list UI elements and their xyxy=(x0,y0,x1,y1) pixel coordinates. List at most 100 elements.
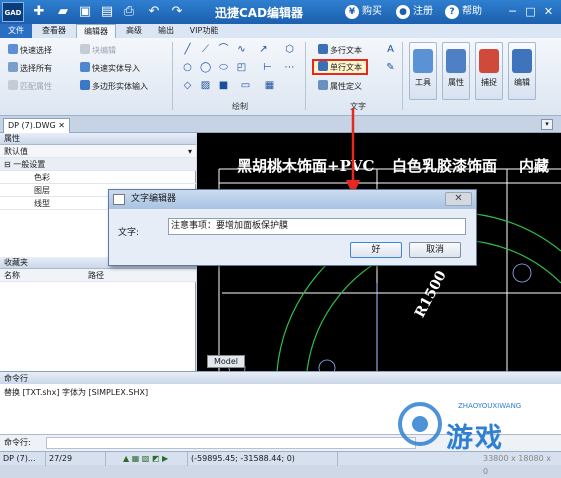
register-button[interactable]: ● 注册 xyxy=(396,3,433,21)
circle-icon[interactable]: ○ xyxy=(182,62,193,73)
snap-button[interactable]: 捕捉 xyxy=(475,42,503,100)
match-properties-icon xyxy=(8,80,18,90)
document-tab[interactable]: DP (7).DWG ✕ xyxy=(3,118,70,133)
draw-more-icon[interactable]: ⋯ xyxy=(284,62,295,73)
import-icon xyxy=(80,62,90,72)
edit-icon xyxy=(512,49,532,73)
text-edit-icon[interactable]: ✎ xyxy=(385,62,396,73)
select-all-label: 选择所有 xyxy=(20,64,52,73)
help-icon: ? xyxy=(445,5,459,19)
ellipse-icon[interactable]: ⬭ xyxy=(218,62,229,73)
property-row-color[interactable]: 色彩 xyxy=(0,171,196,184)
help-button[interactable]: ? 帮助 xyxy=(445,3,482,21)
column-name[interactable]: 名称 xyxy=(4,269,20,282)
arc-icon[interactable]: ⌒ xyxy=(218,44,229,55)
group-separator xyxy=(402,42,403,110)
match-properties-button[interactable]: 匹配属性 xyxy=(8,80,52,92)
app-title: 迅捷CAD编辑器 xyxy=(215,6,304,20)
attribute-define-icon xyxy=(318,80,328,90)
buy-button[interactable]: ¥ 购买 xyxy=(345,3,382,21)
property-label: 色彩 xyxy=(34,173,50,182)
select-all-button[interactable]: 选择所有 xyxy=(8,62,52,74)
register-label: 注册 xyxy=(413,6,433,17)
snap-label: 捕捉 xyxy=(481,78,497,87)
circle-2p-icon[interactable]: ◯ xyxy=(200,62,211,73)
close-icon[interactable]: ✕ xyxy=(541,4,556,19)
table-icon[interactable]: ▦ xyxy=(264,80,275,91)
fill-icon[interactable]: ■ xyxy=(218,80,229,91)
tab-vip[interactable]: VIP功能 xyxy=(184,24,224,38)
line-icon[interactable]: ╱ xyxy=(182,44,193,55)
tab-advanced[interactable]: 高级 xyxy=(120,24,148,38)
yen-icon: ¥ xyxy=(345,5,359,19)
tools-button[interactable]: 工具 xyxy=(409,42,437,100)
model-tab[interactable]: Model xyxy=(207,355,246,368)
match-properties-label: 匹配属性 xyxy=(20,82,52,91)
ok-button[interactable]: 好 xyxy=(350,242,402,258)
text-input[interactable]: 注意事项：要增加面板保护膜 xyxy=(168,218,466,235)
edit-button[interactable]: 编辑 xyxy=(508,42,536,100)
quick-select-label: 快速选择 xyxy=(20,46,52,55)
menu-bar: 文件 查看器 编辑器 高级 输出 VIP功能 xyxy=(0,24,561,38)
multiline-text-icon xyxy=(318,44,328,54)
ray-icon[interactable]: ↗ xyxy=(258,44,269,55)
properties-icon xyxy=(446,49,466,73)
draw-group-label: 绘制 xyxy=(232,102,248,111)
point-icon[interactable]: ◇ xyxy=(182,80,193,91)
curve-icon[interactable]: ∿ xyxy=(236,44,247,55)
tab-viewer[interactable]: 查看器 xyxy=(36,24,72,38)
select-all-icon xyxy=(8,62,18,72)
text-style-icon[interactable]: A xyxy=(385,44,396,55)
annotation-arrow xyxy=(346,108,360,196)
cad-text-latex-paint: 白色乳胶漆饰面 xyxy=(392,157,498,175)
property-label: 线型 xyxy=(34,199,50,208)
multiline-text-button[interactable]: 多行文本 xyxy=(318,44,362,56)
redo-icon[interactable]: ↷ xyxy=(168,3,186,21)
single-line-text-button[interactable]: 单行文本 xyxy=(312,59,368,75)
open-folder-icon[interactable]: ▰ xyxy=(54,3,72,21)
quick-entity-import-button[interactable]: 快速实体导入 xyxy=(80,62,140,74)
quick-select-button[interactable]: 快速选择 xyxy=(8,44,52,56)
region-icon[interactable]: ◰ xyxy=(236,62,247,73)
block-edit-icon xyxy=(80,44,90,54)
quick-select-icon xyxy=(8,44,18,54)
tab-output[interactable]: 输出 xyxy=(152,24,180,38)
close-icon[interactable]: ✕ xyxy=(58,121,65,130)
rectangle-icon[interactable]: ▭ xyxy=(240,80,251,91)
attribute-define-button[interactable]: 属性定义 xyxy=(318,80,362,92)
column-path[interactable]: 路径 xyxy=(88,269,104,282)
watermark: 游戏 ZHAOYOUXIWANG xyxy=(398,384,561,465)
new-icon[interactable]: ✚ xyxy=(30,3,48,21)
tab-dropdown-icon[interactable]: ▾ xyxy=(541,119,553,130)
properties-dropdown[interactable]: 默认值 ▾ xyxy=(0,145,196,158)
save-as-icon[interactable]: ▤ xyxy=(98,3,116,21)
tab-editor[interactable]: 编辑器 xyxy=(76,24,116,38)
minimize-icon[interactable]: ─ xyxy=(505,4,520,19)
general-settings-group[interactable]: ⊟ 一般设置 xyxy=(0,158,196,171)
undo-icon[interactable]: ↶ xyxy=(145,3,163,21)
app-logo[interactable]: GAD xyxy=(2,2,24,22)
print-icon[interactable]: ⎙ xyxy=(120,3,138,21)
status-coordinates: (-59895.45; -31588.44; 0) xyxy=(188,452,338,466)
polyline-icon[interactable]: ⟋ xyxy=(200,44,211,55)
watermark-subtext: ZHAOYOUXIWANG xyxy=(458,402,522,410)
snap-magnet-icon xyxy=(479,49,499,73)
ribbon: 快速选择 选择所有 匹配属性 块编辑 快速实体导入 多边形实体输入 ╱ ⟋ ⌒ … xyxy=(0,38,561,116)
shape-tool-icon[interactable]: ⬡ xyxy=(284,44,295,55)
properties-dropdown-value: 默认值 xyxy=(4,147,28,156)
hatch-icon[interactable]: ▨ xyxy=(200,80,211,91)
properties-button[interactable]: 属性 xyxy=(442,42,470,100)
save-icon[interactable]: ▣ xyxy=(76,3,94,21)
command-input[interactable] xyxy=(46,437,416,449)
document-tab-bar: DP (7).DWG ✕ ▾ xyxy=(0,116,561,133)
single-line-text-label: 单行文本 xyxy=(330,63,362,72)
cancel-button[interactable]: 取消 xyxy=(409,242,461,258)
polygon-entity-input-button[interactable]: 多边形实体输入 xyxy=(80,80,148,92)
dimension-icon[interactable]: ⊢ xyxy=(262,62,273,73)
dialog-close-button[interactable]: ✕ xyxy=(445,192,472,206)
block-edit-button[interactable]: 块编辑 xyxy=(80,44,116,56)
maximize-icon[interactable]: □ xyxy=(523,4,538,19)
tab-file[interactable]: 文件 xyxy=(0,24,32,38)
group-separator xyxy=(305,42,306,110)
status-toggle-icons[interactable]: ▲ ▦ ▧ ◩ ▶ xyxy=(120,452,188,466)
